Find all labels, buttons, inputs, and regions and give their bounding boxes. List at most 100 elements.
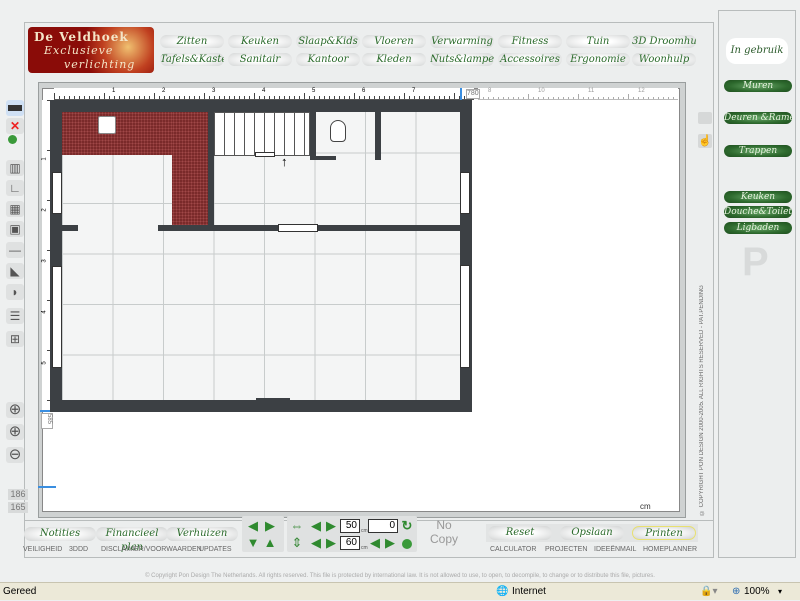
category2-7[interactable]: Woonhulp — [632, 53, 696, 66]
h-ruler-marker[interactable] — [460, 88, 462, 100]
bottom-button-r2[interactable]: Printen — [632, 526, 696, 540]
zoom-icon[interactable]: ⊕ — [732, 583, 740, 601]
category-2[interactable]: Slaap&Kids — [296, 35, 360, 48]
kitchen-counter-side[interactable] — [172, 112, 208, 225]
security-icon[interactable]: 🔒▾ — [700, 583, 717, 601]
panel-button-1[interactable]: Deuren &Ramen — [724, 112, 792, 124]
veldhoek-logo[interactable]: De Veldhoek Exclusieve verlichting — [28, 27, 154, 73]
ruler-tick — [204, 93, 205, 99]
corner-icon[interactable]: ∟ — [6, 180, 24, 196]
wall-toilet-bottom[interactable] — [316, 156, 336, 160]
window-left-1[interactable] — [52, 172, 62, 214]
bottom-link-r3[interactable]: HOMEPLANNER — [643, 546, 697, 553]
bottom-link-r0[interactable]: CALCULATOR — [490, 546, 536, 553]
zoom-dropdown-icon[interactable]: ▾ — [778, 583, 782, 601]
category2-5[interactable]: Accessoires — [498, 53, 562, 66]
height-increase-icon[interactable]: ▶ — [324, 536, 338, 550]
bottom-link-2[interactable]: DISCLAIMER/VOORWAARDEN — [101, 546, 202, 553]
wall-tool-icon[interactable] — [6, 100, 24, 116]
width-decrease-icon[interactable]: ◀ — [309, 519, 323, 533]
category-4[interactable]: Verwarming — [430, 35, 494, 48]
rotate-icon[interactable]: ↻ — [400, 519, 414, 533]
hand-icon[interactable]: ☝ — [698, 134, 712, 148]
ruler-tick — [184, 96, 185, 99]
wall-toilet-left[interactable] — [310, 112, 316, 160]
panel-button-0[interactable]: Muren — [724, 80, 792, 92]
category2-2[interactable]: Kantoor — [296, 53, 360, 66]
wall-interior-stub[interactable] — [62, 225, 78, 231]
category-5[interactable]: Fitness — [498, 35, 562, 48]
wall-toilet-right[interactable] — [375, 112, 381, 160]
rotation-input[interactable]: 0 — [368, 519, 398, 533]
h-ruler-readout: 780 — [466, 89, 480, 99]
bottom-link-0[interactable]: VEILIGHEID — [23, 546, 62, 553]
staircase[interactable] — [214, 112, 310, 156]
front-door[interactable] — [256, 398, 290, 412]
bottom-button-1[interactable]: Financieel plan — [96, 527, 168, 553]
height-decrease-icon[interactable]: ◀ — [309, 536, 323, 550]
bottom-link-1[interactable]: 3DDD — [69, 546, 88, 553]
blank-tool-button[interactable] — [698, 112, 712, 124]
category-6[interactable]: Tuin — [566, 35, 630, 48]
category-3[interactable]: Vloeren — [362, 35, 426, 48]
move-right-icon[interactable]: ▶ — [263, 519, 277, 533]
delete-wall-icon[interactable]: ✕ — [6, 118, 24, 134]
zoom-level[interactable]: 100% — [744, 583, 770, 601]
green-dot-icon[interactable] — [8, 135, 17, 144]
ruler-tick — [319, 96, 320, 99]
category2-1[interactable]: Sanitair — [228, 53, 292, 66]
ruler-tick — [538, 97, 539, 99]
width-input[interactable]: 50 — [340, 519, 360, 533]
window-right-2[interactable] — [460, 265, 470, 368]
magnifier-icon[interactable]: ⊕ — [6, 402, 24, 418]
line-icon[interactable]: — — [6, 242, 24, 258]
bottom-link-r1[interactable]: PROJECTEN — [545, 546, 587, 553]
panel-button-5[interactable]: Ligbaden — [724, 222, 792, 234]
category2-4[interactable]: Nuts&lampen — [430, 53, 494, 66]
bottom-button-2[interactable]: Verhuizen — [166, 527, 238, 541]
nocopy-1: No — [436, 518, 452, 532]
bottom-button-0[interactable]: Notities — [24, 527, 96, 541]
category-1[interactable]: Keuken — [228, 35, 292, 48]
grid-icon[interactable]: ▦ — [6, 201, 24, 217]
wall-top[interactable] — [50, 100, 472, 112]
bottom-link-3[interactable]: UPDATES — [199, 546, 232, 553]
ladder-icon[interactable]: ☰ — [6, 308, 24, 324]
window-icon[interactable]: ▣ — [6, 221, 24, 237]
window-left-2[interactable] — [52, 266, 62, 368]
category2-3[interactable]: Kleden — [362, 53, 426, 66]
ruler-tick — [254, 93, 255, 99]
zoom-out-icon[interactable]: ⊖ — [6, 447, 24, 463]
rotate-right-icon[interactable]: ▶ — [383, 536, 397, 550]
door-interior[interactable] — [278, 224, 318, 232]
category2-6[interactable]: Ergonomie — [566, 53, 630, 66]
category-7[interactable]: 3D Droomhuis — [632, 35, 696, 48]
height-input[interactable]: 60 — [340, 536, 360, 550]
move-down-icon[interactable]: ▼ — [246, 536, 260, 550]
toilet-icon[interactable] — [330, 120, 346, 142]
sink-icon[interactable] — [98, 116, 116, 134]
move-left-icon[interactable]: ◀ — [246, 519, 260, 533]
move-up-icon[interactable]: ▲ — [263, 536, 277, 550]
horizontal-ruler[interactable]: 1 2 3 4 5 6 7 — [54, 88, 474, 100]
arc-icon[interactable]: ◗ — [6, 284, 24, 300]
apply-icon[interactable] — [402, 539, 412, 549]
bottom-button-r1[interactable]: Opslaan — [560, 526, 624, 540]
ruler-icon[interactable]: ▥ — [6, 160, 24, 176]
panel-button-4[interactable]: Douche&Toilet — [724, 206, 792, 218]
rotate-left-icon[interactable]: ◀ — [368, 536, 382, 550]
category2-0[interactable]: Tafels&Kasten — [160, 53, 224, 66]
ruler-tick — [359, 96, 360, 99]
category-0[interactable]: Zitten — [160, 35, 224, 48]
window-right-1[interactable] — [460, 172, 470, 214]
ruler-tick — [214, 96, 215, 99]
triangle-icon[interactable]: ◣ — [6, 263, 24, 279]
tiles-icon[interactable]: ⊞ — [6, 331, 24, 347]
door-stair[interactable] — [255, 152, 275, 157]
bottom-link-r2[interactable]: IDEEËNMAIL — [594, 546, 636, 553]
panel-button-2[interactable]: Trappen — [724, 145, 792, 157]
panel-button-3[interactable]: Keuken — [724, 191, 792, 203]
width-increase-icon[interactable]: ▶ — [324, 519, 338, 533]
bottom-button-r0[interactable]: Reset — [488, 526, 552, 540]
zoom-in-icon[interactable]: ⊕ — [6, 424, 24, 440]
